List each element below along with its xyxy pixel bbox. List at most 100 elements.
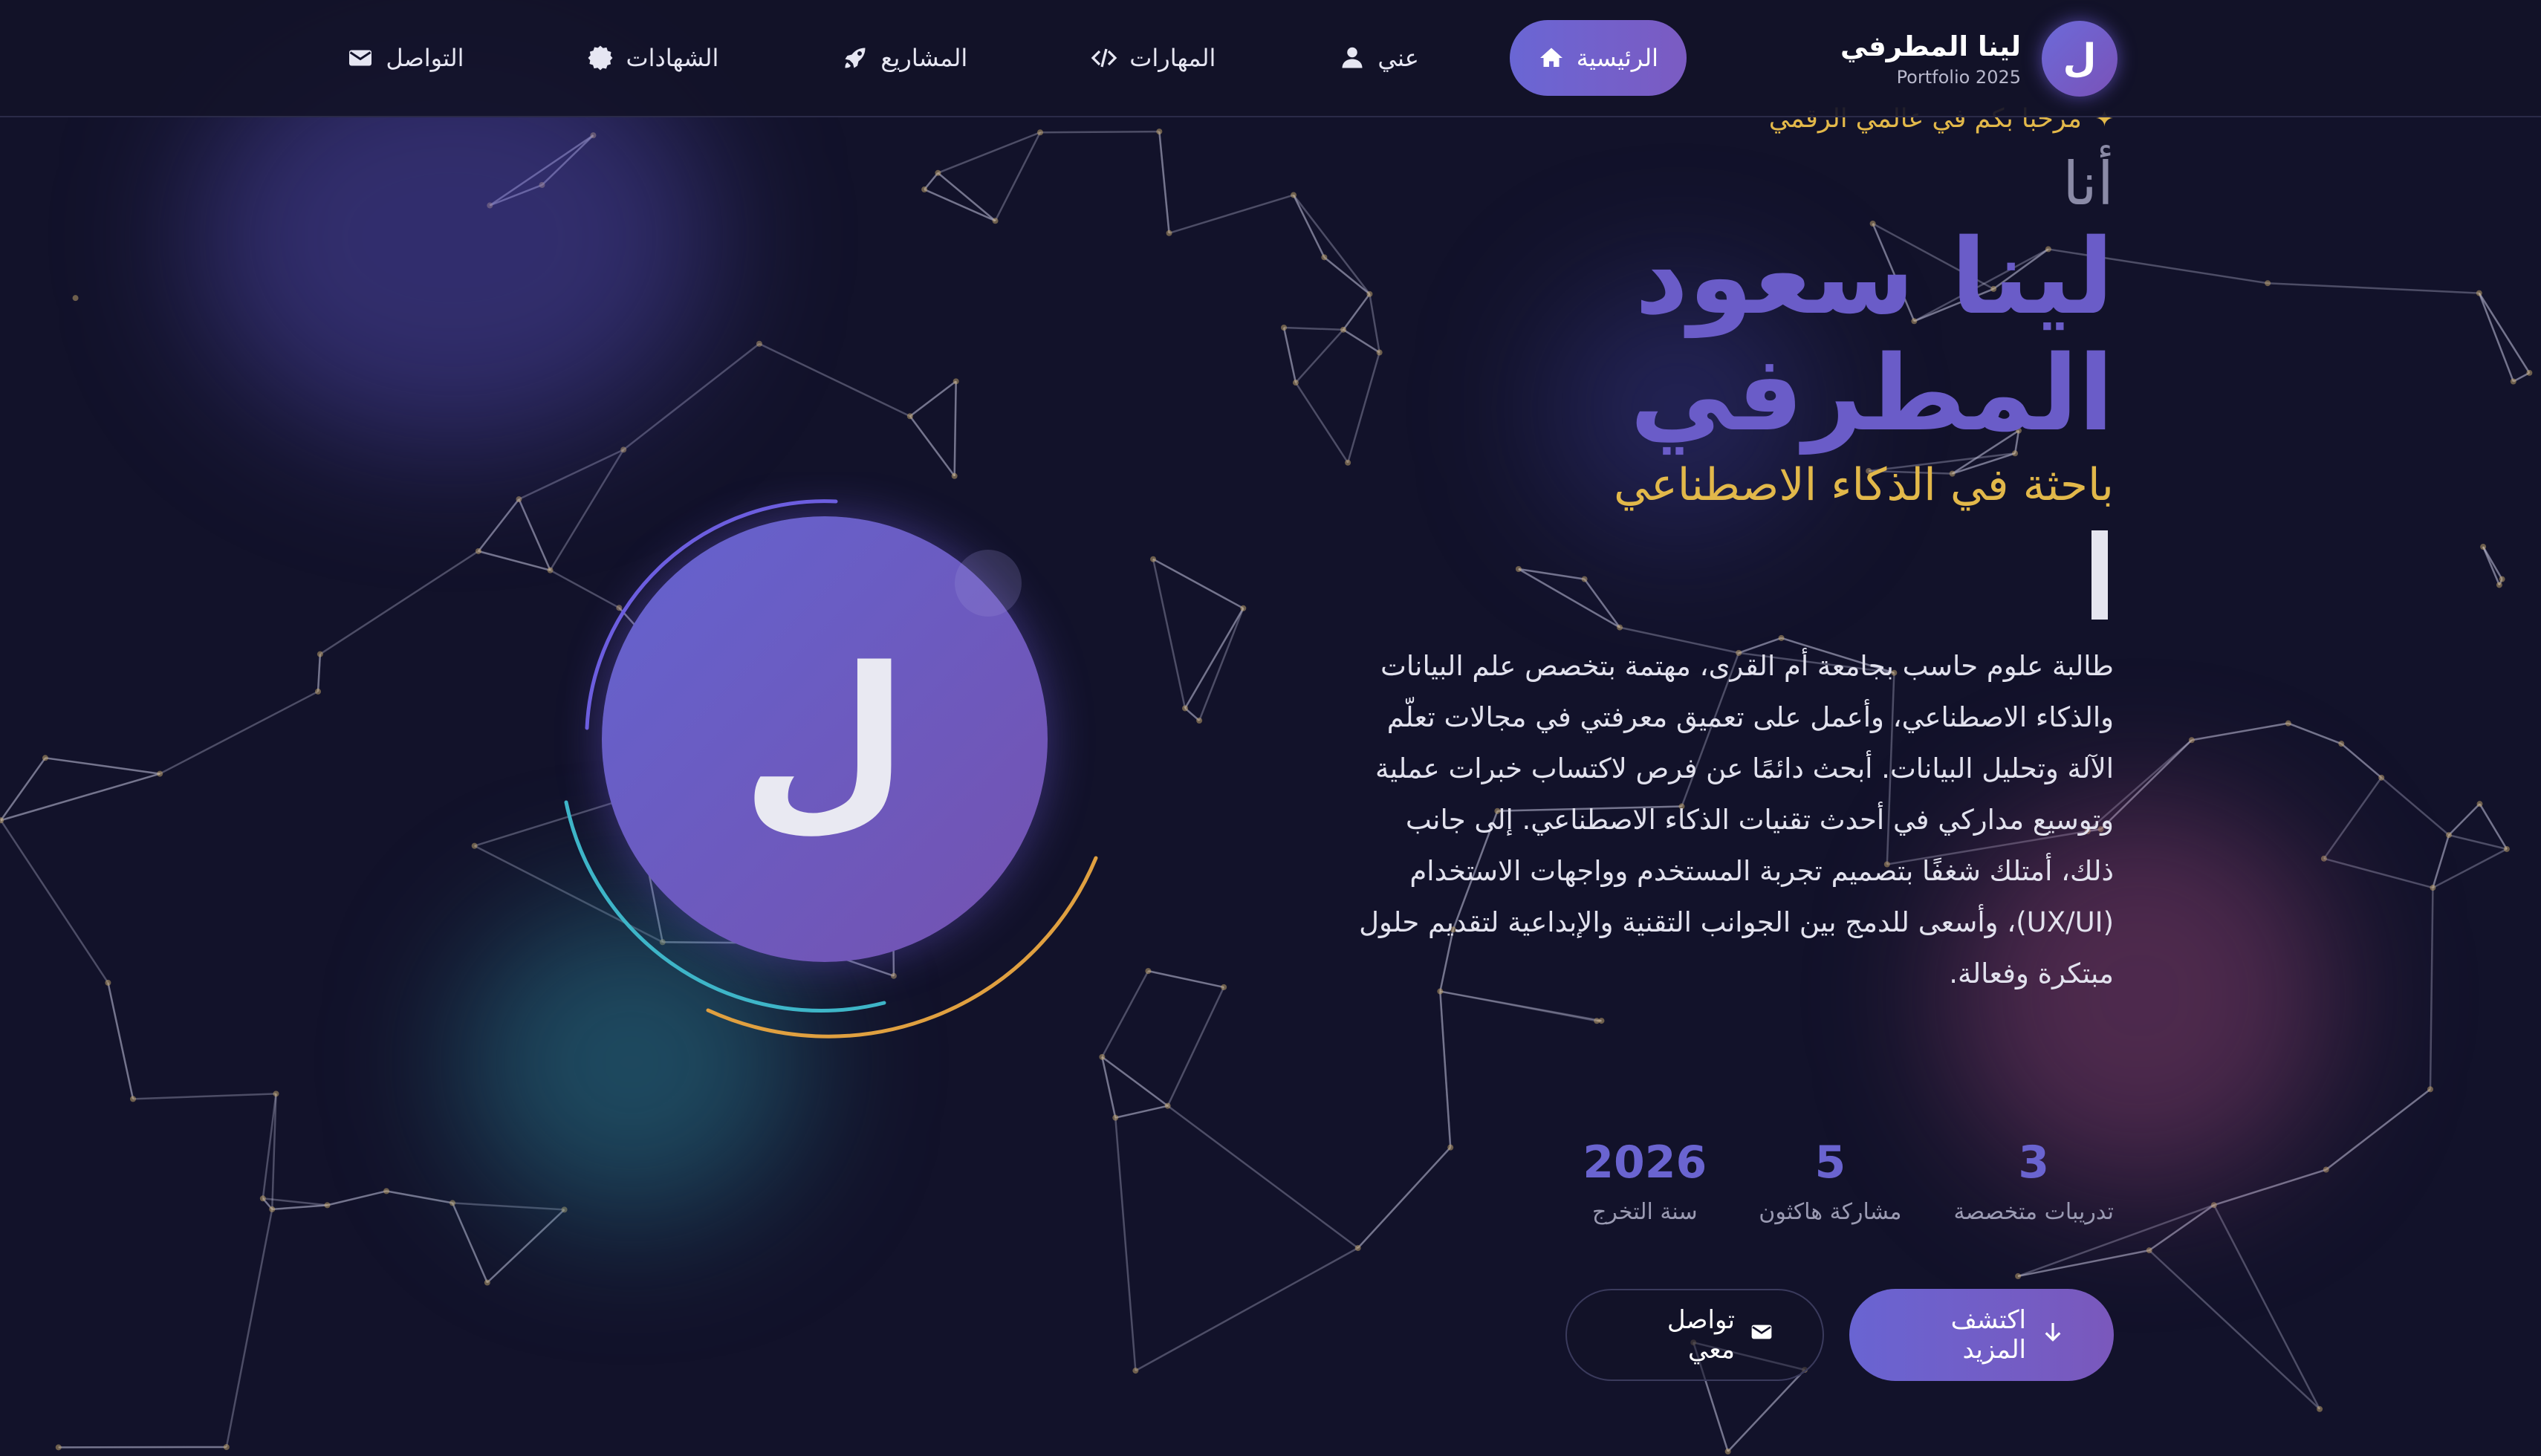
network-node bbox=[2445, 832, 2452, 839]
network-node bbox=[55, 1444, 62, 1451]
network-line bbox=[0, 757, 46, 821]
network-line bbox=[319, 550, 479, 655]
network-node bbox=[756, 340, 762, 347]
network-node bbox=[516, 496, 522, 503]
network-line bbox=[1152, 559, 1187, 709]
network-node bbox=[1036, 129, 1043, 136]
network-node bbox=[992, 218, 999, 224]
network-line bbox=[2148, 1249, 2320, 1410]
rocket-icon bbox=[842, 45, 869, 71]
network-node bbox=[1447, 1144, 1454, 1151]
network-node bbox=[2265, 280, 2271, 287]
network-line bbox=[132, 1093, 276, 1100]
nav-item-about[interactable]: عني bbox=[1311, 20, 1447, 96]
network-line bbox=[518, 498, 551, 571]
network-line bbox=[2323, 777, 2383, 859]
nav-item-label: المشاريع bbox=[880, 44, 968, 72]
network-line bbox=[0, 773, 160, 822]
network-node bbox=[1156, 129, 1163, 135]
network-node bbox=[2210, 1202, 2217, 1209]
network-node bbox=[2323, 1166, 2329, 1173]
nav-item-projects[interactable]: المشاريع bbox=[814, 20, 996, 96]
brand-name: لينا المطرفي bbox=[1840, 30, 2021, 62]
network-node bbox=[935, 169, 941, 176]
network-line bbox=[486, 1209, 565, 1284]
network-line bbox=[45, 757, 160, 775]
nav-item-skills[interactable]: المهارات bbox=[1062, 20, 1244, 96]
home-icon bbox=[1538, 45, 1565, 71]
network-node bbox=[921, 186, 928, 193]
network-node bbox=[449, 1200, 455, 1206]
network-node bbox=[324, 1202, 331, 1209]
typing-cursor bbox=[2091, 530, 2108, 620]
network-line bbox=[1114, 1105, 1168, 1119]
network-line bbox=[759, 342, 911, 417]
network-node bbox=[2476, 801, 2483, 807]
brand[interactable]: لينا المطرفي Portfolio 2025 ل bbox=[1840, 21, 2118, 97]
network-node bbox=[2015, 1273, 2022, 1279]
network-line bbox=[1135, 1247, 1359, 1372]
contact-me-label: تواصل معي bbox=[1667, 1305, 1735, 1365]
stat-value: 3 bbox=[2018, 1137, 2050, 1189]
network-node bbox=[259, 1195, 266, 1202]
hero-role: باحثة في الذكاء الاصطناعي bbox=[1613, 458, 2114, 511]
network-line bbox=[2288, 722, 2342, 745]
network-node bbox=[2285, 720, 2291, 727]
network-node bbox=[1196, 718, 1203, 724]
network-line bbox=[1357, 1146, 1452, 1249]
network-line bbox=[1439, 991, 1452, 1148]
nav-item-home[interactable]: الرئيسية bbox=[1509, 20, 1687, 96]
network-line bbox=[1166, 987, 1225, 1107]
navbar: لينا المطرفي Portfolio 2025 ل الرئيسية ع… bbox=[0, 0, 2541, 117]
network-node bbox=[269, 1206, 276, 1212]
network-line bbox=[953, 381, 957, 476]
network-line bbox=[2448, 803, 2481, 836]
stat-label: مشاركة هاكثون bbox=[1759, 1199, 1902, 1225]
network-line bbox=[1166, 1105, 1359, 1249]
nav-item-label: الرئيسية bbox=[1576, 44, 1658, 72]
network-node bbox=[1112, 1114, 1119, 1121]
network-node bbox=[620, 446, 627, 453]
network-line bbox=[225, 1209, 273, 1448]
explore-more-label: اكتشف المزيد bbox=[1950, 1305, 2026, 1365]
network-node bbox=[2427, 1086, 2433, 1093]
network-line bbox=[2482, 546, 2503, 580]
nav-item-contact[interactable]: التواصل bbox=[319, 20, 492, 96]
network-node bbox=[2338, 741, 2345, 747]
nav-item-label: التواصل bbox=[386, 44, 464, 72]
network-line bbox=[2326, 1088, 2431, 1171]
nav-item-label: الشهادات bbox=[626, 44, 719, 72]
stat-hackathons: 5 مشاركة هاكثون bbox=[1759, 1137, 1901, 1225]
network-node bbox=[561, 1206, 568, 1213]
nav-item-certificates[interactable]: الشهادات bbox=[559, 20, 747, 96]
network-node bbox=[105, 979, 111, 986]
network-node bbox=[2378, 774, 2385, 781]
network-node bbox=[2476, 290, 2482, 296]
network-line bbox=[1158, 131, 1170, 233]
contact-me-button[interactable]: تواصل معي bbox=[1565, 1289, 1824, 1381]
network-line bbox=[2340, 743, 2383, 779]
certificate-icon bbox=[587, 45, 614, 71]
network-line bbox=[909, 415, 955, 477]
network-node bbox=[2317, 1405, 2323, 1412]
arrow-down-icon bbox=[2041, 1320, 2065, 1351]
network-node bbox=[953, 378, 959, 385]
envelope-icon bbox=[1750, 1320, 1773, 1351]
network-node bbox=[2320, 855, 2327, 862]
network-node bbox=[906, 413, 913, 420]
brand-text: لينا المطرفي Portfolio 2025 bbox=[1840, 30, 2021, 88]
network-line bbox=[2429, 888, 2434, 1090]
user-icon bbox=[1339, 45, 1366, 71]
network-line bbox=[0, 819, 109, 984]
network-line bbox=[994, 131, 1042, 221]
network-line bbox=[2017, 1249, 2149, 1278]
network-line bbox=[327, 1190, 387, 1206]
network-line bbox=[924, 188, 996, 222]
network-line bbox=[1148, 969, 1224, 989]
network-line bbox=[2213, 1169, 2327, 1206]
network-line bbox=[909, 380, 957, 417]
envelope-icon bbox=[347, 45, 374, 71]
avatar-dot bbox=[955, 550, 1022, 617]
explore-more-button[interactable]: اكتشف المزيد bbox=[1849, 1289, 2114, 1381]
network-node bbox=[2430, 885, 2436, 891]
